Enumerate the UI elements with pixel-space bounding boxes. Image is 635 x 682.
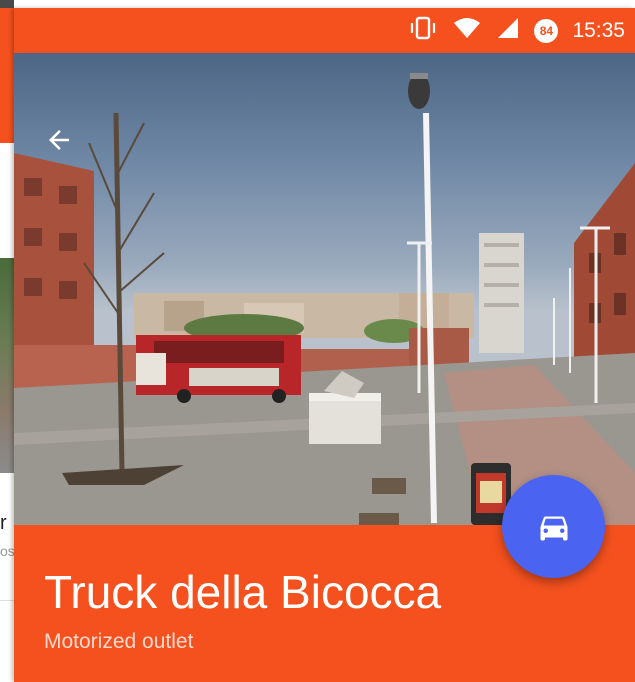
directions-button[interactable] bbox=[502, 475, 605, 578]
battery-saver-icon: 84 bbox=[534, 18, 559, 43]
background-text-fragment: r bbox=[0, 512, 7, 534]
place-category: Motorized outlet bbox=[44, 630, 194, 653]
back-button[interactable] bbox=[44, 125, 84, 165]
background-status-bar bbox=[0, 0, 14, 8]
background-app-edge: r os bbox=[0, 0, 14, 682]
street-view-photo[interactable] bbox=[14, 53, 635, 525]
background-subtext-fragment: os bbox=[0, 543, 14, 559]
vibrate-icon bbox=[408, 16, 438, 45]
background-photo bbox=[0, 258, 14, 473]
street-scene bbox=[14, 73, 635, 525]
cellular-signal-icon bbox=[496, 16, 520, 45]
place-detail-card: 84 15:35 Truck della Bicocca Motorized o… bbox=[14, 8, 635, 682]
wifi-icon bbox=[452, 16, 482, 45]
status-time: 15:35 bbox=[572, 18, 625, 42]
background-header bbox=[0, 8, 14, 143]
status-bar: 84 15:35 bbox=[14, 8, 635, 53]
place-name: Truck della Bicocca bbox=[44, 566, 442, 618]
car-icon bbox=[540, 516, 567, 540]
background-divider bbox=[0, 600, 14, 601]
arrow-back-icon bbox=[49, 130, 69, 150]
